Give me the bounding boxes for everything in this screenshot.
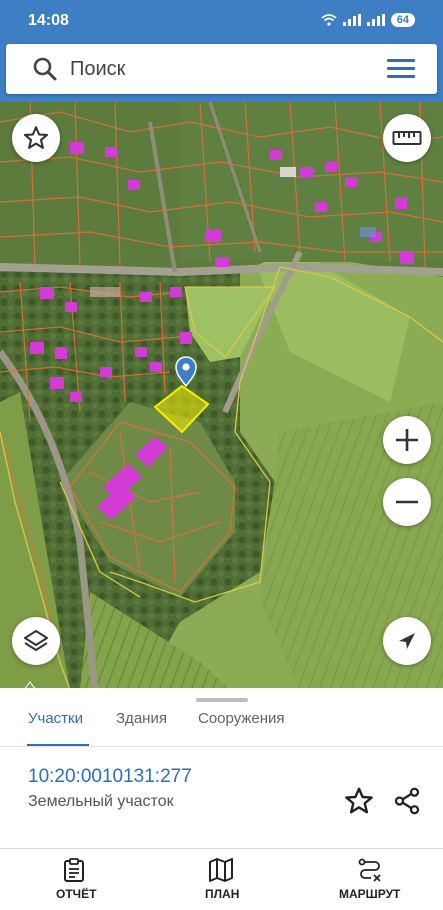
star-outline-icon	[23, 126, 49, 149]
bottom-navigation: ОТЧЁТ ПЛАН МАРШРУТ	[0, 848, 443, 910]
clipboard-icon	[64, 858, 84, 882]
info-sheet[interactable]: Участки Здания Сооружения 10:20:0010131:…	[0, 688, 443, 848]
status-icons: 64	[321, 13, 415, 27]
favorites-button[interactable]	[12, 114, 60, 162]
signal-icon-2	[366, 14, 385, 26]
object-type-tabs: Участки Здания Сооружения	[0, 706, 443, 747]
search-bar[interactable]	[6, 44, 437, 94]
ruler-icon	[392, 131, 422, 145]
location-arrow-icon	[399, 633, 415, 649]
search-icon[interactable]	[32, 56, 58, 82]
share-icon[interactable]	[392, 785, 422, 817]
battery-level: 64	[390, 13, 415, 27]
ruler-button[interactable]	[383, 114, 431, 162]
my-location-button[interactable]	[383, 617, 431, 665]
plus-icon	[396, 429, 418, 451]
layers-button[interactable]	[12, 617, 60, 665]
nav-report[interactable]: ОТЧЁТ	[40, 849, 108, 910]
wifi-icon	[321, 14, 337, 26]
status-time: 14:08	[28, 12, 69, 29]
nav-plan[interactable]: ПЛАН	[190, 849, 254, 910]
satellite-map[interactable]	[0, 102, 443, 690]
zoom-in-button[interactable]	[383, 416, 431, 464]
layers-icon	[24, 630, 48, 651]
route-icon	[358, 858, 381, 882]
search-input[interactable]	[70, 54, 370, 84]
nav-route[interactable]: МАРШРУТ	[332, 849, 408, 910]
minus-icon	[396, 500, 418, 504]
sheet-drag-handle[interactable]	[196, 698, 248, 702]
parcel-type-label: Земельный участок	[28, 793, 174, 810]
nav-plan-label: ПЛАН	[205, 887, 240, 901]
divider	[0, 746, 443, 747]
tab-buildings[interactable]: Здания	[116, 708, 167, 744]
zoom-out-button[interactable]	[383, 478, 431, 526]
nav-report-label: ОТЧЁТ	[56, 887, 97, 901]
cadastral-number-link[interactable]: 10:20:0010131:277	[28, 766, 192, 788]
nav-route-label: МАРШРУТ	[339, 887, 401, 901]
signal-icon	[342, 14, 361, 26]
map-view[interactable]	[0, 102, 443, 690]
status-bar: 14:08 64	[0, 0, 443, 38]
map-icon	[209, 858, 233, 882]
tab-structures[interactable]: Сооружения	[198, 708, 285, 744]
tab-parcels[interactable]: Участки	[28, 708, 83, 744]
add-favorite-icon[interactable]	[343, 785, 375, 817]
menu-icon[interactable]	[387, 59, 415, 79]
